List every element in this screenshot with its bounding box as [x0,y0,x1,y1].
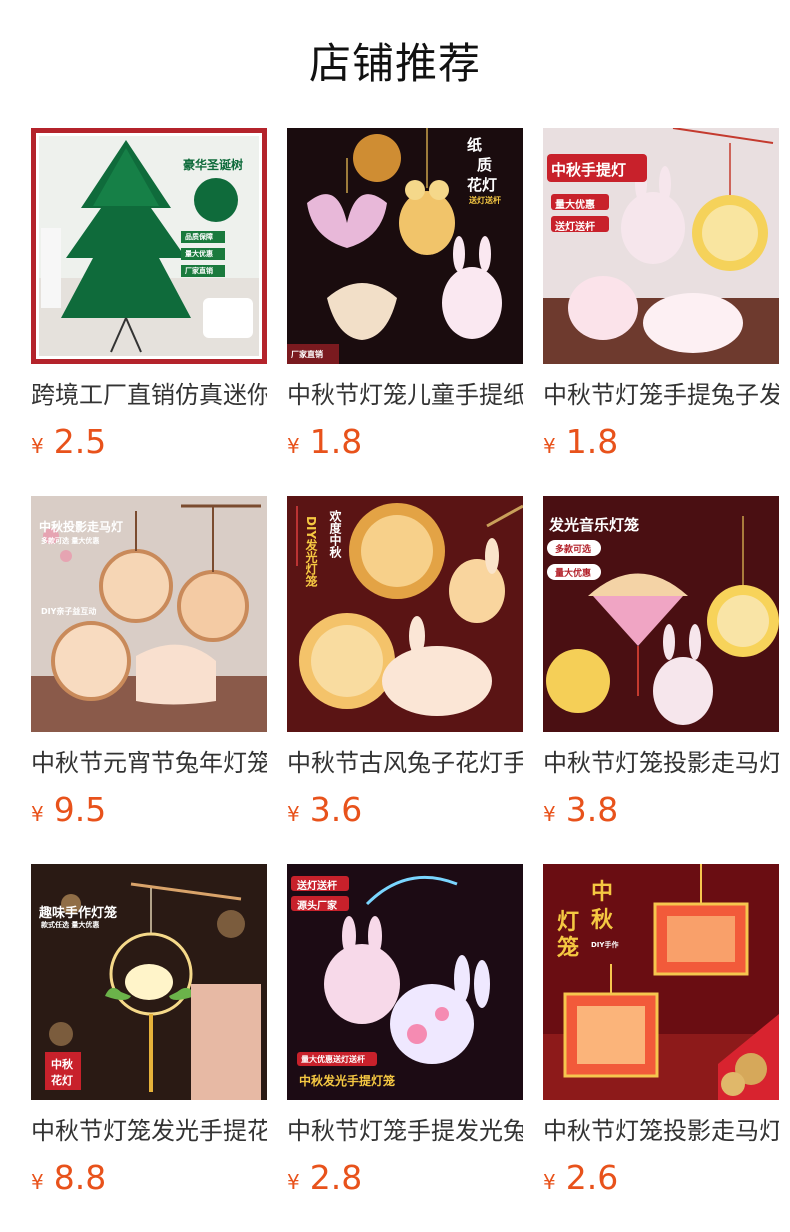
currency-symbol: ¥ [543,434,556,458]
product-image[interactable]: 豪华圣诞树 品质保障 量大优惠 厂家直销 [31,128,267,364]
product-image[interactable]: 欢度中秋 DIY发光灯笼 [287,496,523,732]
badge-text: 中秋手提灯 [551,161,627,179]
badge-text: DIY手作 [591,941,619,949]
badge-text: 笼 [557,936,580,961]
product-card[interactable]: 中秋投影走马灯 多款可选 量大优惠 DIY亲子益互动 中秋节元宵节兔年灯笼投影 … [31,496,267,836]
product-image[interactable]: 中秋手提灯 量大优惠 送灯送杆 [543,128,779,364]
badge-text: 款式任选 量大优惠 [41,921,100,929]
badge-text: 花灯 [51,1074,73,1087]
product-price: ¥3.8 [543,790,779,836]
badge-text: 纸 [467,136,483,154]
badge-text: 送灯送杆 [297,881,337,892]
badge-text: 中秋 [51,1058,73,1071]
badge-text: 品质保障 [185,233,213,241]
badge-text: 秋 [591,908,614,933]
badge-text: 量大优惠 [185,250,213,258]
product-image[interactable]: 趣味手作灯笼 款式任选 量大优惠 中秋 花灯 [31,864,267,1100]
product-image[interactable]: 发光音乐灯笼 多款可选 量大优惠 [543,496,779,732]
currency-symbol: ¥ [31,1170,44,1194]
badge-text: 趣味手作灯笼 [39,906,118,921]
currency-symbol: ¥ [287,802,300,826]
product-price: ¥3.6 [287,790,523,836]
product-price: ¥8.8 [31,1158,267,1204]
product-card[interactable]: 趣味手作灯笼 款式任选 量大优惠 中秋 花灯 中秋节灯笼发光手提花环灯 ¥8.8 [31,864,267,1204]
badge-text: 中秋发光手提灯笼 [299,1074,396,1088]
badge-text: 量大优惠 [555,200,595,211]
currency-symbol: ¥ [31,802,44,826]
badge-text: 多款可选 [555,545,592,555]
badge-text: 多款可选 量大优惠 [41,537,100,545]
product-price: ¥2.8 [287,1158,523,1204]
product-title[interactable]: 中秋节元宵节兔年灯笼投影 [31,746,267,780]
product-image[interactable]: 纸 质 花灯 送灯送杆 厂家直销 [287,128,523,364]
price-value: 1.8 [565,422,619,461]
currency-symbol: ¥ [287,434,300,458]
badge-text: 送灯送杆 [469,196,501,205]
product-image[interactable]: 送灯送杆 源头厂家 量大优惠送灯送杆 中秋发光手提灯笼 [287,864,523,1100]
badge-text: 豪华圣诞树 [183,158,244,172]
price-value: 2.6 [565,1158,619,1197]
product-grid: 豪华圣诞树 品质保障 量大优惠 厂家直销 跨境工厂直销仿真迷你圣诞树 ¥2.5 [0,0,790,1232]
product-price: ¥2.5 [31,422,267,468]
product-price: ¥1.8 [543,422,779,468]
product-price: ¥2.6 [543,1158,779,1204]
badge-text: DIY发光灯笼 [304,516,318,588]
price-value: 1.8 [309,422,363,461]
product-title[interactable]: 中秋节灯笼手提兔子发光灯笼 [543,378,779,412]
badge-text: 厂家直销 [185,267,213,275]
product-title[interactable]: 中秋节灯笼投影走马灯发光 [543,746,779,780]
product-card[interactable]: 发光音乐灯笼 多款可选 量大优惠 中秋节灯笼投影走马灯发光 ¥3.8 [543,496,779,836]
badge-text: 花灯 [467,176,498,194]
product-title[interactable]: 中秋节灯笼发光手提花环灯 [31,1114,267,1148]
badge-text: DIY亲子益互动 [41,607,97,616]
product-title[interactable]: 中秋节灯笼投影走马灯手工 [543,1114,779,1148]
product-price: ¥1.8 [287,422,523,468]
product-card[interactable]: 欢度中秋 DIY发光灯笼 中秋节古风兔子花灯手提 ¥3.6 [287,496,523,836]
currency-symbol: ¥ [31,434,44,458]
badge-text: 发光音乐灯笼 [549,516,640,534]
product-image[interactable]: 中秋投影走马灯 多款可选 量大优惠 DIY亲子益互动 [31,496,267,732]
product-card[interactable]: 豪华圣诞树 品质保障 量大优惠 厂家直销 跨境工厂直销仿真迷你圣诞树 ¥2.5 [31,128,267,468]
price-value: 3.8 [565,790,619,829]
badge-text: 质 [477,156,493,174]
product-card[interactable]: 中 秋 灯 笼 DIY手作 中秋节灯笼投影走马灯手工 ¥2.6 [543,864,779,1204]
product-image[interactable]: 中 秋 灯 笼 DIY手作 [543,864,779,1100]
currency-symbol: ¥ [287,1170,300,1194]
product-title[interactable]: 中秋节灯笼手提发光兔子灯 [287,1114,523,1148]
product-price: ¥9.5 [31,790,267,836]
badge-text: 源头厂家 [297,901,337,912]
price-value: 9.5 [53,790,107,829]
product-card[interactable]: 纸 质 花灯 送灯送杆 厂家直销 中秋节灯笼儿童手提纸质花灯 ¥1.8 [287,128,523,468]
price-value: 3.6 [309,790,363,829]
currency-symbol: ¥ [543,1170,556,1194]
price-value: 8.8 [53,1158,107,1197]
badge-text: 量大优惠 [555,569,592,579]
product-card[interactable]: 送灯送杆 源头厂家 量大优惠送灯送杆 中秋发光手提灯笼 中秋节灯笼手提发光兔子灯… [287,864,523,1204]
product-title[interactable]: 跨境工厂直销仿真迷你圣诞树 [31,378,267,412]
product-title[interactable]: 中秋节灯笼儿童手提纸质花灯 [287,378,523,412]
product-card[interactable]: 中秋手提灯 量大优惠 送灯送杆 中秋节灯笼手提兔子发光灯笼 ¥1.8 [543,128,779,468]
badge-text: 送灯送杆 [555,222,595,233]
price-value: 2.8 [309,1158,363,1197]
currency-symbol: ¥ [543,802,556,826]
badge-text: 中秋投影走马灯 [39,520,124,534]
price-value: 2.5 [53,422,107,461]
badge-text: 量大优惠送灯送杆 [301,1055,365,1064]
badge-text: 厂家直销 [291,350,323,359]
product-title[interactable]: 中秋节古风兔子花灯手提 [287,746,523,780]
badge-text: 欢度中秋 [328,510,342,558]
